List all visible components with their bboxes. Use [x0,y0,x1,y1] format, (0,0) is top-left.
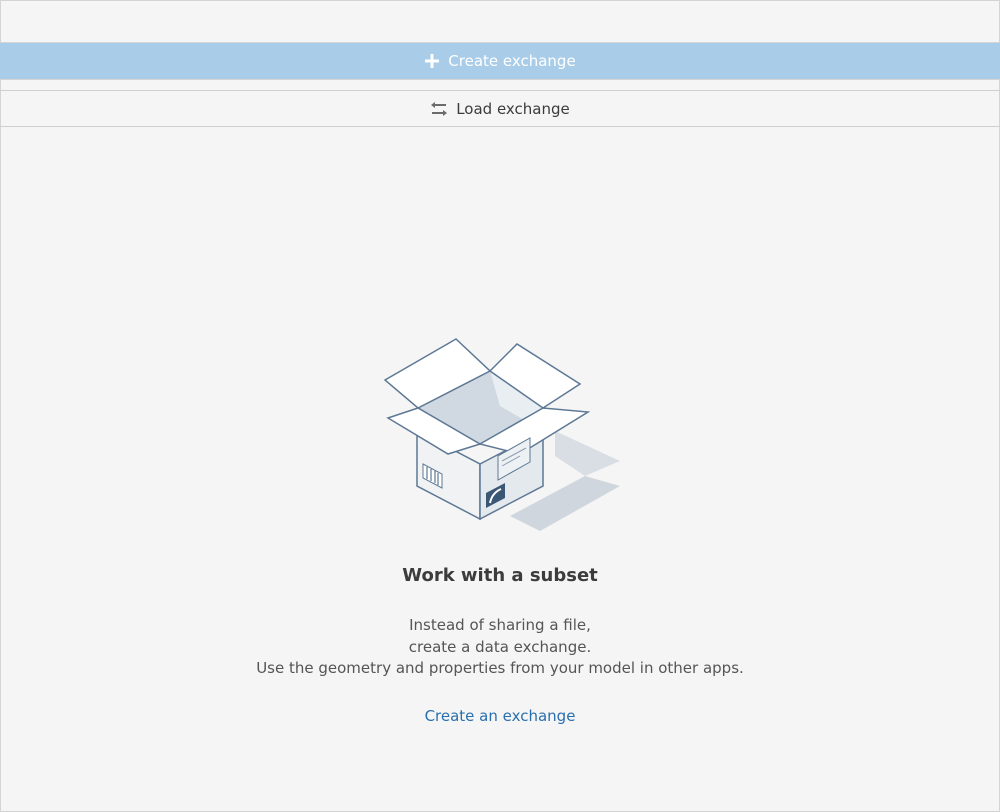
load-exchange-button[interactable]: Load exchange [0,90,1000,127]
plus-icon [425,54,440,68]
load-exchange-label: Load exchange [456,99,570,118]
description-line: Use the geometry and properties from you… [256,659,744,677]
create-an-exchange-link[interactable]: Create an exchange [0,707,1000,725]
description-line: create a data exchange. [408,637,592,656]
empty-state-title: Work with a subset [402,565,598,586]
empty-state-description: Instead of sharing a file, create a data… [0,615,1000,680]
description-line: Instead of sharing a file, [409,616,591,634]
open-box-illustration [383,338,620,531]
create-exchange-button[interactable]: Create exchange [0,42,1000,80]
create-exchange-label: Create exchange [448,52,576,70]
swap-arrows-icon [431,101,448,116]
